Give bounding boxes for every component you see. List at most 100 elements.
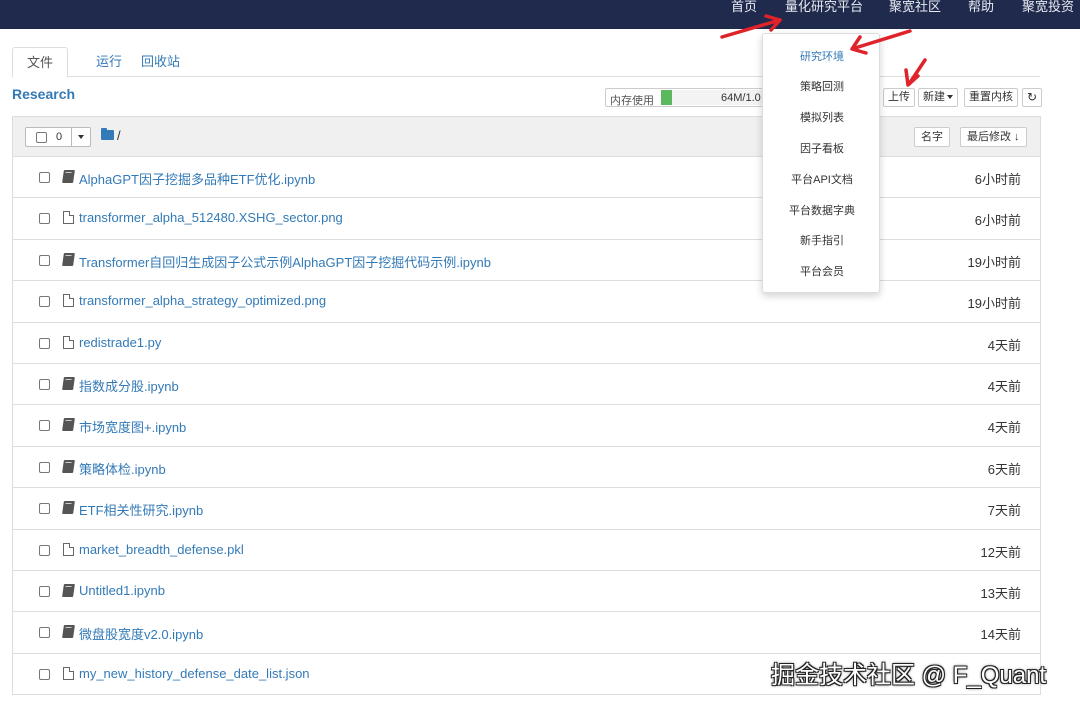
menu-item[interactable]: 模拟列表 (763, 109, 881, 125)
file-name-link[interactable]: 市场宽度图+.ipynb (79, 417, 186, 436)
notebook-icon (62, 583, 75, 597)
row-checkbox[interactable] (39, 213, 50, 225)
research-title[interactable]: Research (12, 86, 75, 102)
menu-item[interactable]: 新手指引 (763, 232, 881, 248)
tab-bar: 文件 运行 回收站 (12, 47, 1040, 78)
row-checkbox[interactable] (39, 172, 50, 183)
row-checkbox[interactable] (39, 668, 50, 680)
selected-count: 0 (56, 131, 63, 143)
file-name-link[interactable]: 指数成分股.ipynb (79, 376, 179, 395)
table-row[interactable]: 指数成分股.ipynb 4天前 (12, 363, 1041, 406)
tab-trash[interactable]: 回收站 (127, 47, 194, 77)
table-row[interactable]: AlphaGPT因子挖掘多品种ETF优化.ipynb 6小时前 (12, 157, 1041, 199)
table-row[interactable]: 策略体检.ipynb 6天前 (12, 446, 1041, 489)
file-modified-time: 4天前 (987, 378, 1021, 394)
row-checkbox[interactable] (39, 503, 50, 515)
file-modified-time: 6小时前 (974, 172, 1021, 187)
table-row[interactable]: market_breadth_defense.pkl 12天前 (12, 529, 1041, 571)
file-modified-time: 6小时前 (974, 213, 1021, 229)
file-name-link[interactable]: my_new_history_defense_date_list.json (79, 666, 310, 681)
file-modified-time: 19小时前 (967, 254, 1021, 270)
file-name-link[interactable]: 策略体检.ipynb (79, 459, 166, 478)
breadcrumb[interactable]: / (117, 128, 121, 143)
file-icon (63, 666, 74, 680)
menu-item[interactable]: 因子看板 (763, 140, 881, 156)
row-checkbox[interactable] (39, 461, 50, 473)
table-row[interactable]: 市场宽度图+.ipynb 4天前 (12, 405, 1041, 447)
file-icon (63, 542, 74, 556)
memory-value: 64M/1.0 (721, 92, 761, 104)
file-modified-time: 19小时前 (967, 296, 1021, 312)
file-modified-time: 4天前 (987, 337, 1021, 353)
file-list: AlphaGPT因子挖掘多品种ETF优化.ipynb 6小时前 transforme… (12, 157, 1041, 696)
row-checkbox[interactable] (39, 420, 50, 432)
nav-community[interactable]: 聚宽社区 (889, 0, 941, 29)
notebook-icon (62, 376, 75, 390)
chevron-down-icon (78, 135, 84, 139)
new-label: 新建 (923, 91, 945, 103)
watermark: 掘金技术社区 @ F_Quant (771, 662, 1047, 689)
file-name-link[interactable]: market_breadth_defense.pkl (79, 542, 244, 557)
file-modified-time: 12天前 (980, 544, 1021, 560)
file-icon (63, 211, 74, 225)
menu-item[interactable]: 平台数据字典 (763, 202, 881, 218)
memory-usage: 内存使用 64M/1.0 (605, 88, 765, 107)
row-checkbox[interactable] (39, 337, 50, 349)
tab-files[interactable]: 文件 (12, 47, 69, 78)
file-name-link[interactable]: ETF相关性研究.ipynb (79, 500, 203, 519)
table-row[interactable]: ETF相关性研究.ipynb 7天前 (12, 488, 1041, 530)
row-checkbox[interactable] (39, 378, 50, 390)
top-navbar: 首页 量化研究平台 聚宽社区 帮助 聚宽投资 (0, 0, 1080, 29)
select-all-control[interactable]: 0 (25, 127, 91, 147)
menu-item[interactable]: 研究环境 (763, 48, 881, 64)
file-name-link[interactable]: transformer_alpha_strategy_optimized.png (79, 293, 326, 308)
upload-button[interactable]: 上传 (883, 88, 915, 107)
upload-label: 上传 (888, 91, 910, 103)
folder-icon[interactable] (101, 128, 114, 140)
platform-dropdown-menu: 研究环境策略回测模拟列表因子看板平台API文档 平台数据字典 新手指引平台会员 (762, 33, 880, 293)
nav-invest[interactable]: 聚宽投资 (1022, 0, 1074, 29)
file-list-header: 0 / 名字 最后修改 ↓ (12, 116, 1041, 157)
notebook-icon (62, 625, 75, 639)
row-checkbox[interactable] (39, 544, 50, 556)
notebook-icon (62, 252, 75, 266)
memory-label: 内存使用 (610, 95, 654, 107)
menu-item[interactable]: 策略回测 (763, 78, 881, 94)
table-row[interactable]: transformer_alpha_512480.XSHG_sector.png… (12, 198, 1041, 240)
file-modified-time: 13天前 (980, 585, 1021, 601)
file-modified-time: 14天前 (980, 627, 1021, 643)
row-checkbox[interactable] (39, 296, 50, 308)
reload-button[interactable]: ↻ (1022, 88, 1042, 107)
nav-home[interactable]: 首页 (731, 0, 757, 29)
reload-icon: ↻ (1027, 90, 1038, 104)
file-name-link[interactable]: Untitled1.ipynb (79, 583, 165, 598)
menu-item[interactable]: 平台API文档 (763, 171, 881, 187)
table-row[interactable]: Untitled1.ipynb 13天前 (12, 570, 1041, 613)
nav-quant-platform[interactable]: 量化研究平台 (785, 0, 863, 29)
table-row[interactable]: redistrade1.py 4天前 (12, 322, 1041, 364)
restart-kernel-button[interactable]: 重置内核 (964, 88, 1018, 107)
table-row[interactable]: Transformer自回归生成因子公式示例AlphaGPT因子挖掘代码示例.i… (12, 239, 1041, 282)
file-icon (63, 335, 74, 349)
row-checkbox[interactable] (39, 627, 50, 639)
sort-by-name-button[interactable]: 名字 (914, 127, 950, 147)
sort-by-modified-button[interactable]: 最后修改 ↓ (960, 127, 1027, 147)
select-all-checkbox[interactable] (36, 132, 47, 143)
new-button[interactable]: 新建 (918, 88, 958, 107)
file-name-link[interactable]: 微盘股宽度v2.0.ipynb (79, 624, 203, 643)
nav-help[interactable]: 帮助 (968, 0, 994, 29)
table-row[interactable]: transformer_alpha_strategy_optimized.png… (12, 281, 1041, 323)
file-modified-time: 4天前 (987, 420, 1021, 436)
row-checkbox[interactable] (39, 585, 50, 597)
row-checkbox[interactable] (39, 254, 50, 266)
file-name-link[interactable]: redistrade1.py (79, 335, 161, 350)
table-row[interactable]: 微盘股宽度v2.0.ipynb 14天前 (12, 612, 1041, 654)
notebook-icon (62, 418, 75, 432)
file-name-link[interactable]: AlphaGPT因子挖掘多品种ETF优化.ipynb (79, 169, 315, 188)
file-name-link[interactable]: Transformer自回归生成因子公式示例AlphaGPT因子挖掘代码示例.i… (79, 252, 491, 271)
select-dropdown[interactable] (71, 128, 91, 146)
notebook-icon (62, 501, 75, 515)
notebook-icon (62, 170, 75, 183)
menu-item[interactable]: 平台会员 (763, 263, 881, 279)
file-name-link[interactable]: transformer_alpha_512480.XSHG_sector.png (79, 210, 343, 225)
